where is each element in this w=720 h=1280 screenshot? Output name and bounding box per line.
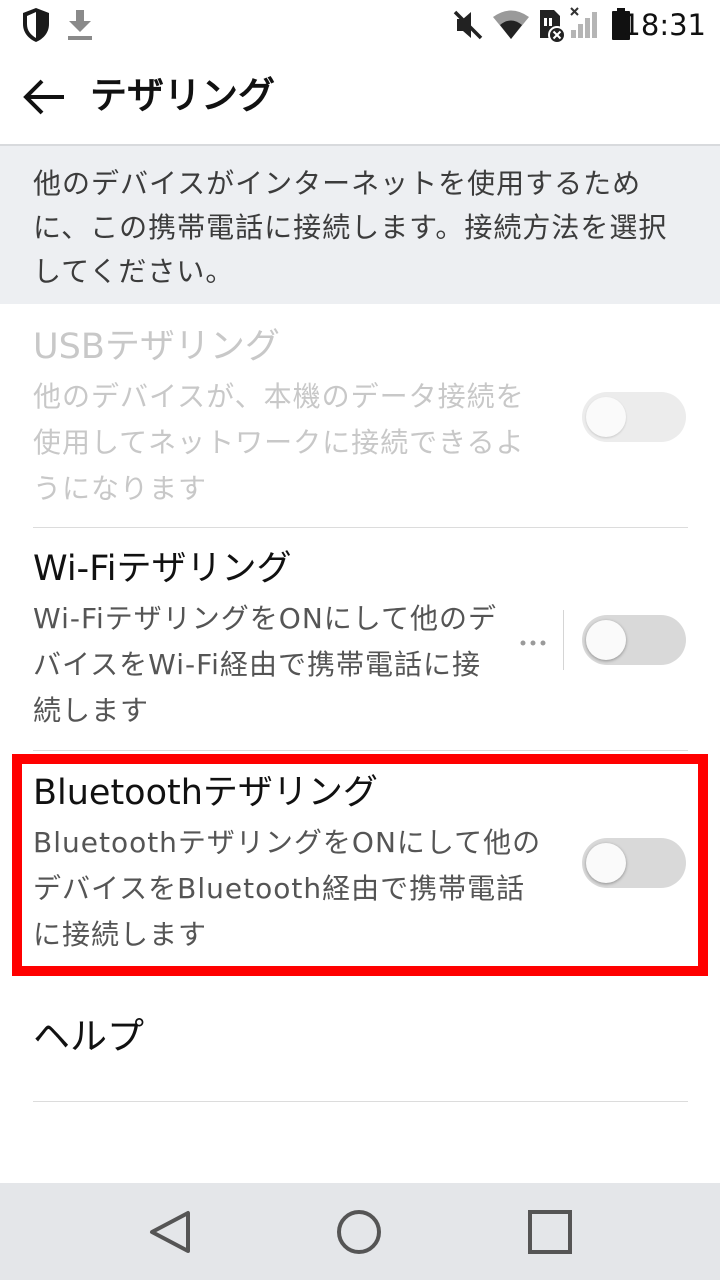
shield-icon bbox=[23, 8, 49, 42]
wifi-tethering-title: Wi-Fiテザリング bbox=[33, 549, 292, 589]
app-bar: テザリング bbox=[0, 50, 720, 144]
switch-thumb bbox=[586, 397, 626, 437]
wifi-tethering-item[interactable]: Wi-Fiテザリング Wi-FiテザリングをONにして他のデバイスをWi-Fi経… bbox=[0, 528, 720, 752]
help-title: ヘルプ bbox=[33, 1015, 144, 1058]
download-icon bbox=[68, 10, 92, 40]
vertical-divider bbox=[563, 610, 564, 670]
home-circle-icon[interactable] bbox=[332, 1205, 386, 1259]
page-title: テザリング bbox=[90, 74, 275, 117]
usb-tethering-title: USBテザリング bbox=[33, 327, 280, 367]
usb-tethering-switch bbox=[582, 392, 686, 442]
help-item[interactable]: ヘルプ bbox=[0, 976, 720, 1102]
status-time: 18:31 bbox=[622, 8, 706, 42]
usb-tethering-summary: 他のデバイスが、本機のデータ接続を使用してネットワークに接続できるようになります bbox=[33, 380, 525, 505]
wifi-icon bbox=[493, 10, 529, 39]
back-triangle-icon[interactable] bbox=[143, 1205, 197, 1259]
more-horizontal-icon[interactable] bbox=[518, 633, 548, 653]
description-text: 他のデバイスがインターネットを使用するために、この携帯電話に接続します。接続方法… bbox=[33, 167, 668, 288]
tethering-description: 他のデバイスがインターネットを使用するために、この携帯電話に接続します。接続方法… bbox=[0, 144, 720, 304]
back-arrow-icon[interactable] bbox=[22, 76, 68, 118]
wifi-tethering-summary: Wi-FiテザリングをONにして他のデバイスをWi-Fi経由で携帯電話に接続しま… bbox=[33, 602, 497, 727]
divider bbox=[33, 1101, 688, 1102]
recents-square-icon[interactable] bbox=[523, 1205, 577, 1259]
highlight-box bbox=[12, 754, 708, 976]
switch-thumb bbox=[586, 620, 626, 660]
status-bar: 18:31 bbox=[0, 0, 720, 50]
signal-icon bbox=[570, 7, 597, 38]
sim-missing-icon bbox=[540, 10, 566, 44]
wifi-tethering-switch[interactable] bbox=[582, 615, 686, 665]
mute-icon bbox=[453, 10, 483, 40]
usb-tethering-item: USBテザリング 他のデバイスが、本機のデータ接続を使用してネットワークに接続で… bbox=[0, 304, 720, 528]
navigation-bar bbox=[0, 1183, 720, 1280]
divider bbox=[33, 750, 688, 751]
